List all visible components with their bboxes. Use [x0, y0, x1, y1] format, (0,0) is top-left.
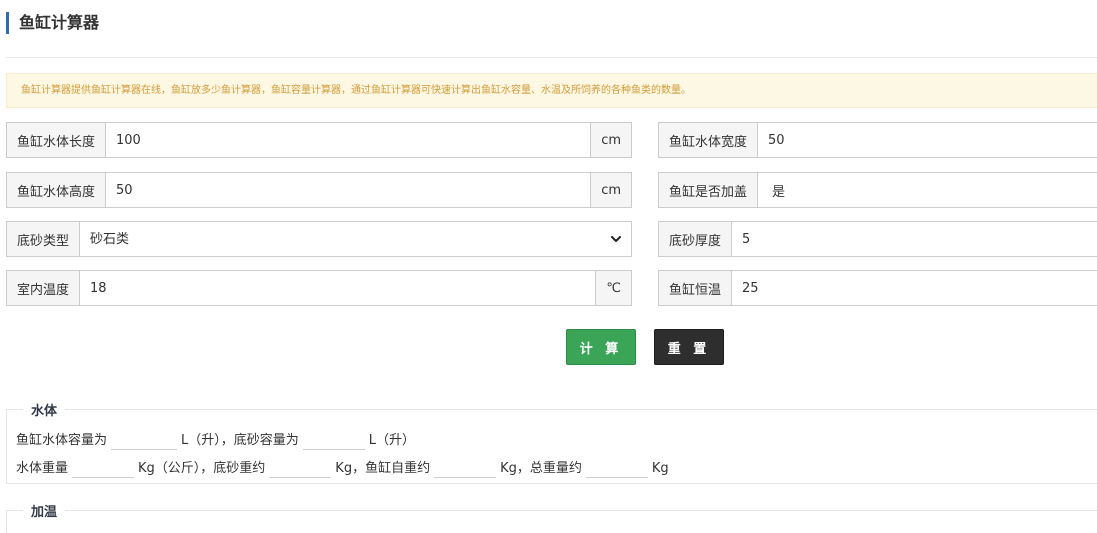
tank-length-input[interactable]	[106, 123, 591, 157]
water-weight-text: 水体重量	[16, 461, 69, 476]
tank-temp-input[interactable]	[732, 271, 1097, 305]
tank-lid-select[interactable]	[758, 173, 1097, 207]
room-temp-label: 室内温度	[7, 271, 81, 305]
tank-temp-label: 鱼缸恒温	[659, 271, 733, 305]
calculate-button[interactable]: 计 算	[566, 329, 636, 365]
room-temp-input[interactable]	[80, 271, 596, 305]
water-volume-line: 鱼缸水体容量为 L（升），底砂容量为 L（升）	[16, 428, 419, 450]
tank-width-label: 鱼缸水体宽度	[659, 123, 759, 157]
water-results-legend: 水体	[23, 400, 66, 419]
info-notice: 鱼缸计算器提供鱼缸计算器在线，鱼缸放多少鱼计算器，鱼缸容量计算器，通过鱼缸计算器…	[6, 73, 1097, 108]
sand-type-select[interactable]: 砂石类	[80, 222, 631, 256]
tank-lid-group: 鱼缸是否加盖	[658, 172, 1097, 208]
sand-volume-unit: L（升）	[368, 433, 416, 448]
sand-type-label: 底砂类型	[7, 222, 81, 256]
reset-button[interactable]: 重 置	[654, 329, 724, 365]
water-volume-text: 鱼缸水体容量为	[16, 433, 108, 448]
tank-height-label: 鱼缸水体高度	[7, 173, 107, 207]
tank-length-group: 鱼缸水体长度 cm	[6, 122, 632, 158]
water-volume-output	[111, 430, 178, 450]
room-temp-unit: ℃	[595, 271, 631, 305]
room-temp-group: 室内温度 ℃	[6, 270, 632, 306]
sand-thickness-input[interactable]	[732, 222, 1097, 256]
water-weight-output	[72, 458, 135, 478]
tank-weight-text: Kg，鱼缸自重约	[335, 461, 431, 476]
sand-thickness-group: 底砂厚度	[658, 221, 1097, 257]
tank-length-unit: cm	[590, 123, 631, 157]
title-divider	[6, 57, 1097, 58]
page-title: 鱼缸计算器	[6, 12, 99, 34]
total-weight-text: Kg，总重量约	[500, 461, 582, 476]
tank-lid-label: 鱼缸是否加盖	[659, 173, 759, 207]
tank-height-input[interactable]	[106, 173, 591, 207]
heating-results-fieldset: 加温	[6, 501, 1097, 533]
sand-thickness-label: 底砂厚度	[659, 222, 733, 256]
weight-line: 水体重量 Kg（公斤），底砂重约 Kg，鱼缸自重约 Kg，总重量约 Kg	[16, 456, 673, 478]
tank-temp-group: 鱼缸恒温	[658, 270, 1097, 306]
total-weight-unit: Kg	[651, 461, 669, 476]
tank-weight-output	[434, 458, 497, 478]
tank-height-unit: cm	[590, 173, 631, 207]
sand-weight-output	[269, 458, 332, 478]
sand-type-group: 底砂类型 砂石类	[6, 221, 632, 257]
sand-volume-text: L（升），底砂容量为	[181, 433, 299, 448]
tank-width-group: 鱼缸水体宽度	[658, 122, 1097, 158]
total-weight-output	[585, 458, 648, 478]
sand-weight-text: Kg（公斤），底砂重约	[138, 461, 266, 476]
tank-length-label: 鱼缸水体长度	[7, 123, 107, 157]
sand-volume-output	[302, 430, 365, 450]
water-results-fieldset: 水体 鱼缸水体容量为 L（升），底砂容量为 L（升） 水体重量 Kg（公斤），底…	[6, 400, 1097, 484]
tank-height-group: 鱼缸水体高度 cm	[6, 172, 632, 208]
heating-results-legend: 加温	[23, 501, 66, 520]
tank-width-input[interactable]	[758, 123, 1097, 157]
